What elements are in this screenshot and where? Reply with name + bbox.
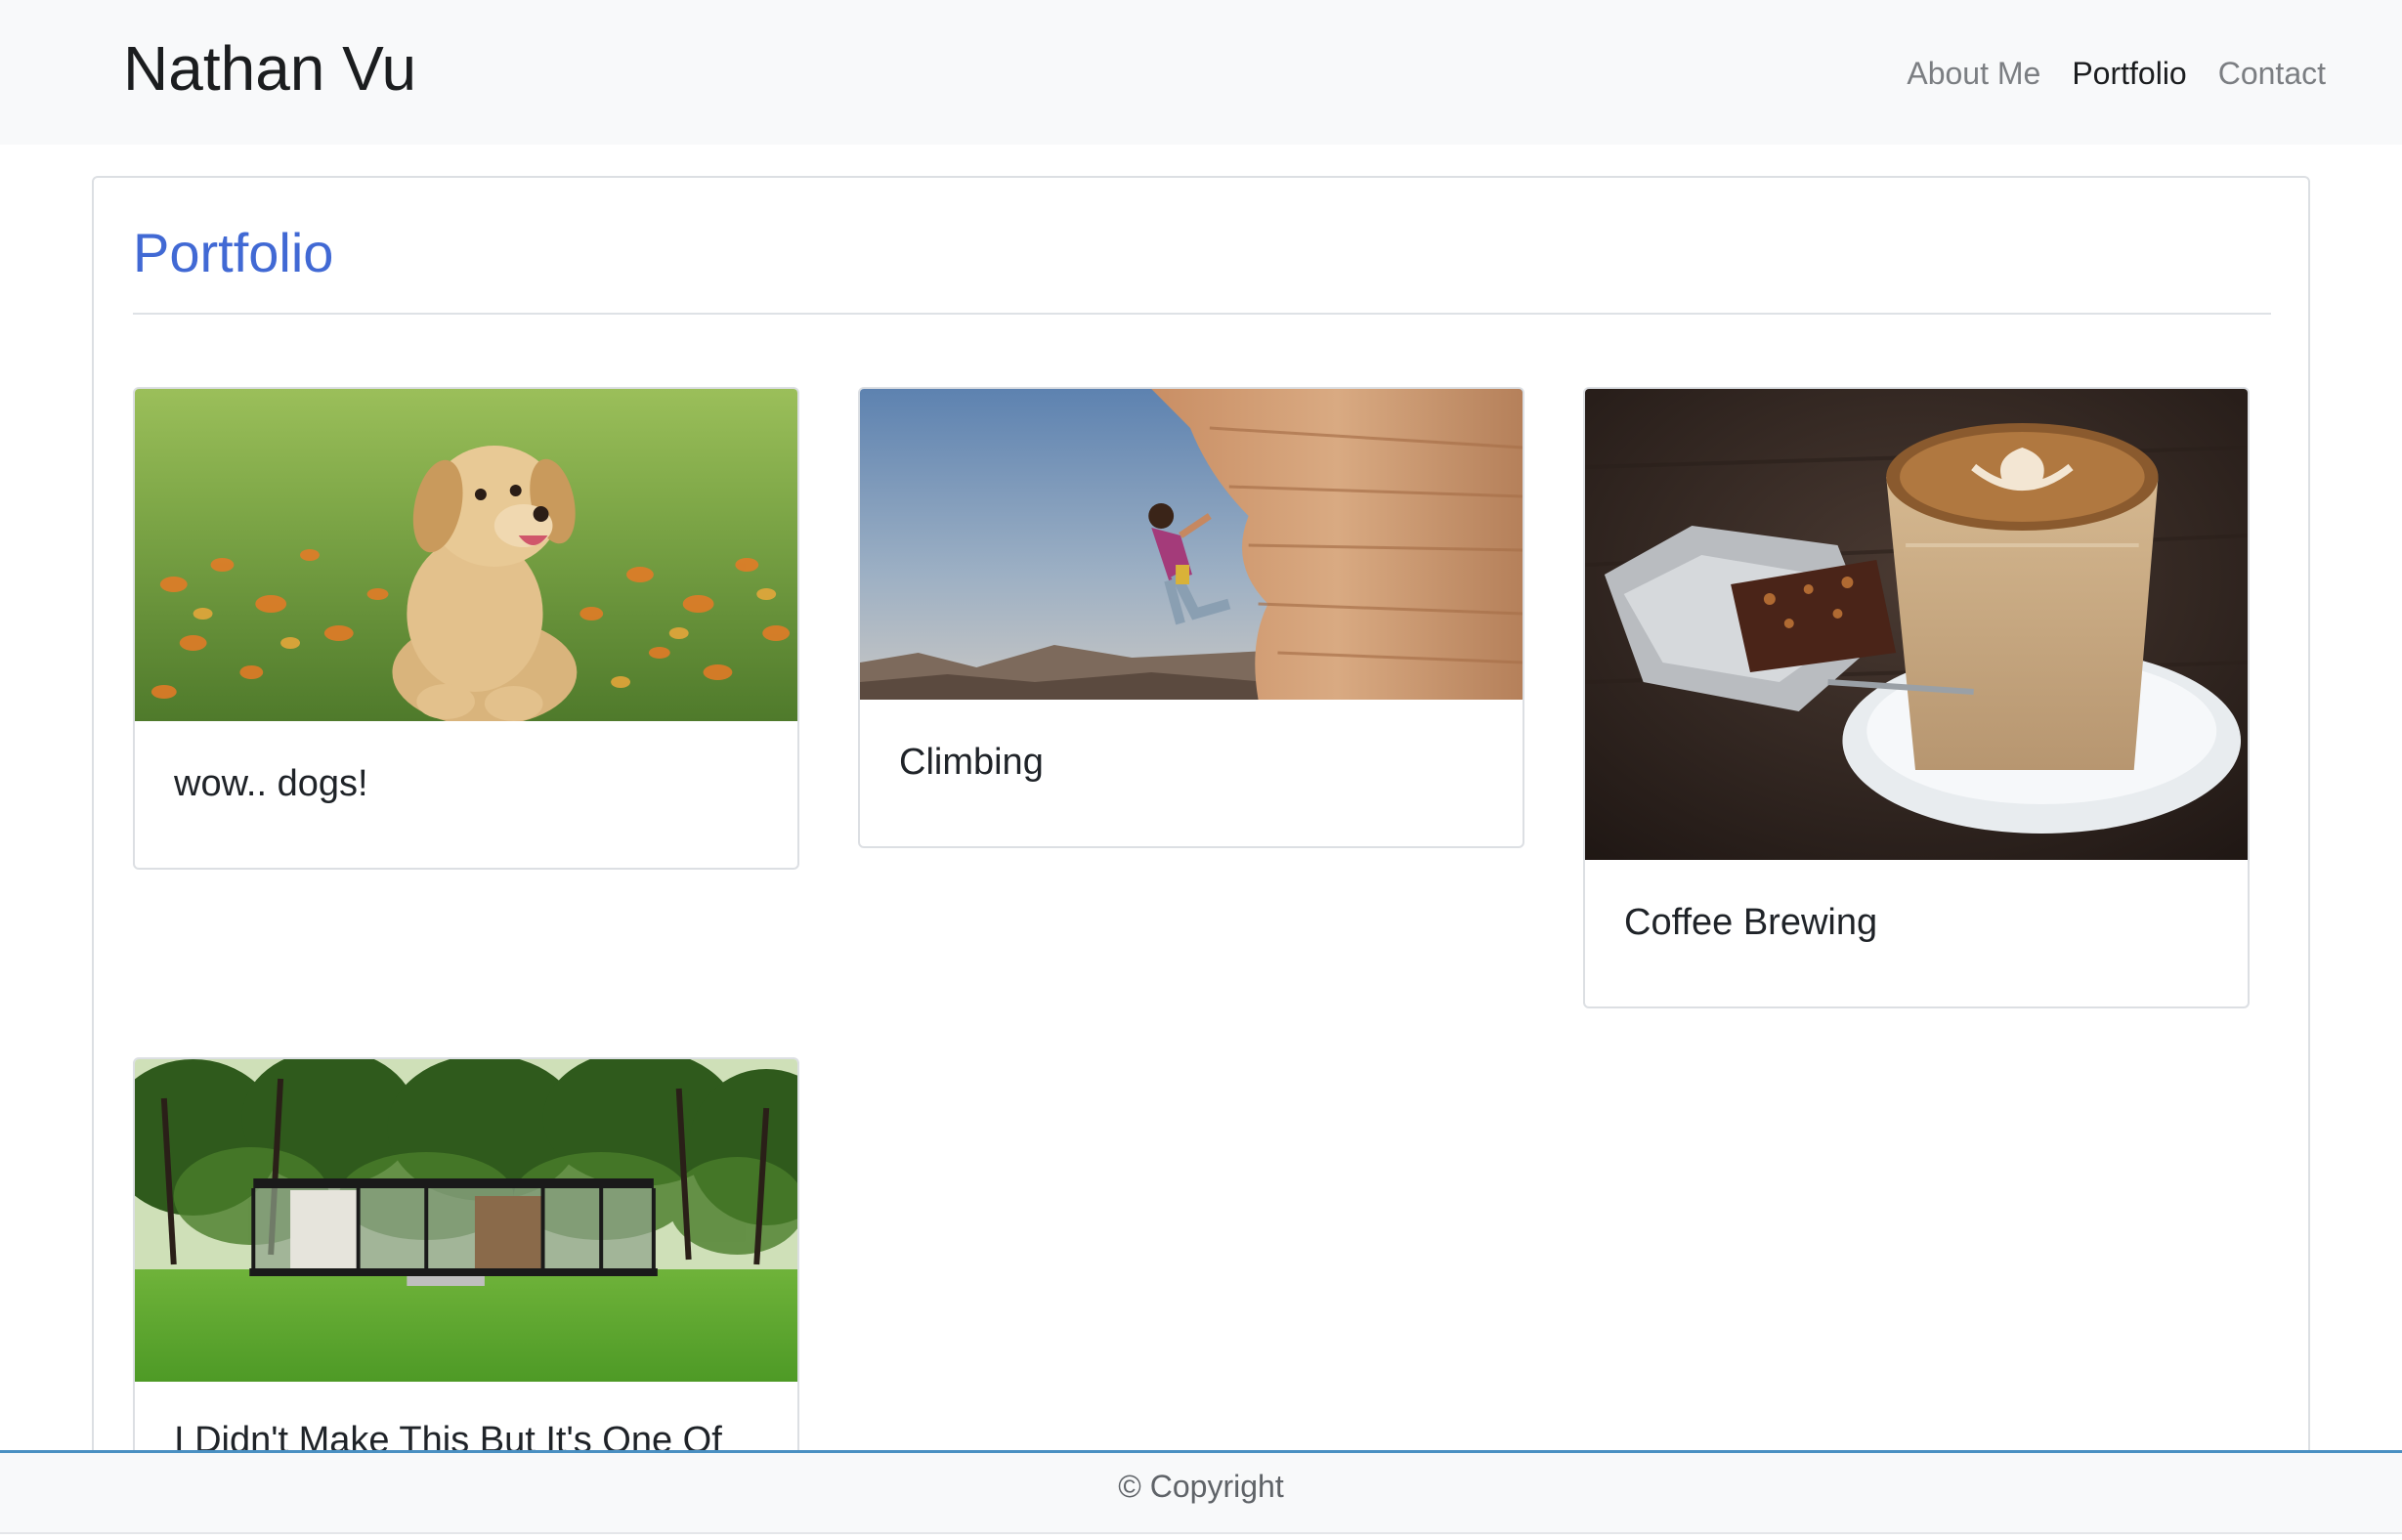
portfolio-card-climbing[interactable]: Climbing <box>858 387 1524 848</box>
latte-image <box>1585 389 2248 860</box>
puppy-image <box>135 389 797 721</box>
portfolio-card-glass-house[interactable]: I Didn't Make This But It's One Of <box>133 1057 799 1464</box>
portfolio-card-dogs[interactable]: wow.. dogs! <box>133 387 799 870</box>
nav-links: About Me Portfolio Contact <box>1907 47 2326 100</box>
portfolio-card-coffee[interactable]: Coffee Brewing <box>1583 387 2250 1008</box>
nav-link-about-me[interactable]: About Me <box>1907 47 2040 100</box>
card-title: Coffee Brewing <box>1624 902 1878 943</box>
portfolio-section: Portfolio wow.. dogs! Climbing Coffee Br… <box>92 176 2310 1466</box>
title-divider <box>133 313 2271 315</box>
card-title: Climbing <box>899 742 1044 783</box>
page-title: Portfolio <box>133 222 334 283</box>
navbar: Nathan Vu About Me Portfolio Contact <box>0 0 2402 145</box>
card-title: wow.. dogs! <box>174 763 368 804</box>
copyright-text: © Copyright <box>1118 1469 1284 1504</box>
nav-link-contact[interactable]: Contact <box>2218 47 2326 100</box>
brand-link[interactable]: Nathan Vu <box>123 29 416 107</box>
climber-image <box>860 389 1523 700</box>
footer: © Copyright <box>0 1450 2402 1534</box>
glass-house-image <box>135 1059 797 1382</box>
nav-link-portfolio[interactable]: Portfolio <box>2072 47 2186 100</box>
